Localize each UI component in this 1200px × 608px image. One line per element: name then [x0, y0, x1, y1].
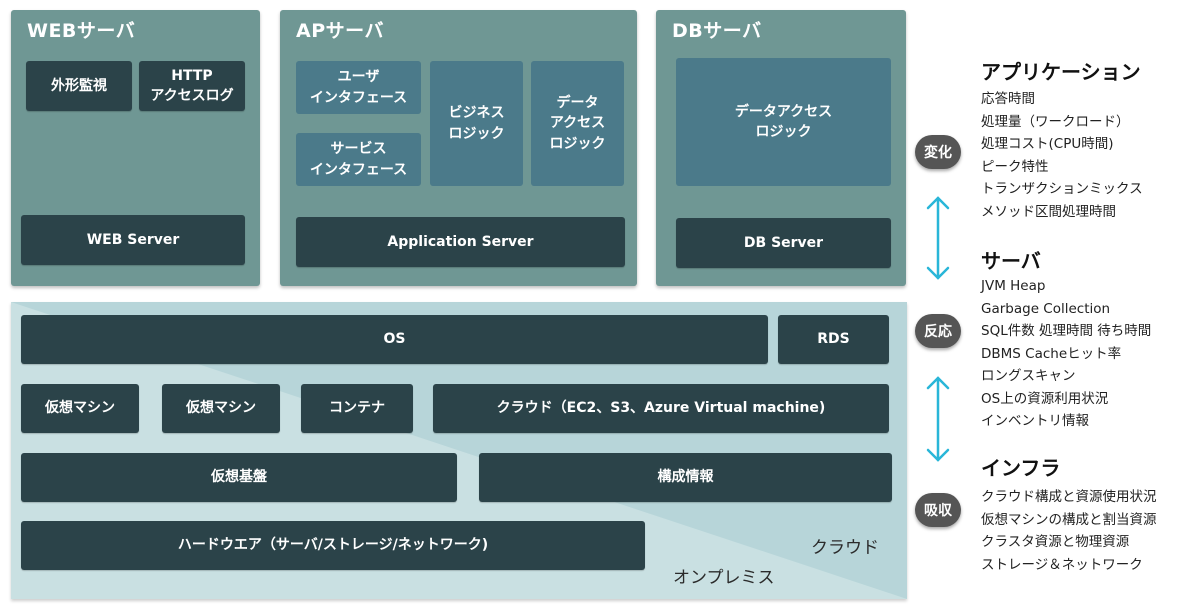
application-category: アプリケーション 応答時間 処理量（ワークロード） 処理コスト(CPU時間) ピ… — [981, 56, 1143, 223]
data-access-logic-block[interactable]: データ アクセス ロジック — [531, 61, 624, 186]
list-item: OS上の資源利用状況 — [981, 390, 1109, 407]
ap-server-panel: APサーバ ユーザ インタフェース サービス インタフェース ビジネス ロジック… — [280, 10, 637, 286]
http-access-log-block[interactable]: HTTP アクセスログ — [139, 61, 245, 111]
hardware-block[interactable]: ハードウエア（サーバ/ストレージ/ネットワーク) — [21, 521, 645, 570]
list-item: メソッド区間処理時間 — [981, 203, 1116, 220]
application-server-block[interactable]: Application Server — [296, 217, 625, 267]
list-item: 仮想マシンの構成と割当資源 — [981, 511, 1157, 528]
virtual-machine-block-2[interactable]: 仮想マシン — [162, 384, 280, 433]
list-item: クラスタ資源と物理資源 — [981, 534, 1130, 550]
web-server-title: WEBサーバ — [27, 20, 136, 42]
ap-server-title: APサーバ — [296, 20, 384, 42]
list-item: ロングスキャン — [981, 368, 1076, 384]
virtual-machine-block-1[interactable]: 仮想マシン — [21, 384, 139, 433]
container-block[interactable]: コンテナ — [301, 384, 413, 433]
external-monitoring-block[interactable]: 外形監視 — [26, 61, 132, 111]
db-server-title: DBサーバ — [672, 20, 762, 42]
double-arrow-icon-lower — [926, 376, 950, 462]
server-category-title: サーバ — [981, 249, 1041, 273]
list-item: ストレージ＆ネットワーク — [981, 556, 1143, 573]
server-category: サーバ JVM Heap Garbage Collection SQL件数 処理… — [981, 245, 1151, 433]
business-logic-block[interactable]: ビジネス ロジック — [430, 61, 523, 186]
infrastructure-panel: OS RDS 仮想マシン 仮想マシン コンテナ クラウド（EC2、S3、Azur… — [11, 302, 907, 599]
list-item: JVM Heap — [981, 278, 1046, 294]
service-interface-block[interactable]: サービス インタフェース — [296, 133, 421, 186]
reaction-badge: 反応 — [915, 314, 961, 348]
infra-category: インフラ クラウド構成と資源使用状況 仮想マシンの構成と割当資源 クラスタ資源と… — [981, 452, 1157, 576]
list-item: Garbage Collection — [981, 300, 1111, 317]
list-item: インベントリ情報 — [981, 413, 1089, 429]
change-badge: 変化 — [915, 135, 961, 169]
list-item: 応答時間 — [981, 91, 1035, 107]
db-data-access-logic-block[interactable]: データアクセス ロジック — [676, 58, 891, 186]
list-item: 処理量（ワークロード） — [981, 113, 1130, 130]
rds-block[interactable]: RDS — [778, 315, 889, 364]
cloud-services-block[interactable]: クラウド（EC2、S3、Azure Virtual machine) — [433, 384, 889, 433]
infra-metrics-list: クラウド構成と資源使用状況 仮想マシンの構成と割当資源 クラスタ資源と物理資源 … — [981, 486, 1157, 576]
user-interface-block[interactable]: ユーザ インタフェース — [296, 61, 421, 114]
application-metrics-list: 応答時間 処理量（ワークロード） 処理コスト(CPU時間) ピーク特性 トランザ… — [981, 88, 1143, 223]
server-metrics-list: JVM Heap Garbage Collection SQL件数 処理時間 待… — [981, 275, 1151, 433]
os-block[interactable]: OS — [21, 315, 768, 364]
absorption-badge: 吸収 — [915, 493, 961, 527]
list-item: クラウド構成と資源使用状況 — [981, 489, 1157, 505]
db-server-block[interactable]: DB Server — [676, 218, 891, 268]
cloud-zone-label: クラウド — [811, 538, 879, 558]
list-item: 処理コスト(CPU時間) — [981, 136, 1114, 152]
infra-category-title: インフラ — [981, 456, 1061, 480]
virtual-infrastructure-block[interactable]: 仮想基盤 — [21, 453, 457, 502]
list-item: SQL件数 処理時間 待ち時間 — [981, 323, 1152, 339]
configuration-info-block[interactable]: 構成情報 — [479, 453, 892, 502]
application-category-title: アプリケーション — [981, 60, 1141, 84]
onprem-zone-label: オンプレミス — [673, 568, 775, 588]
db-server-panel: DBサーバ データアクセス ロジック DB Server — [656, 10, 906, 286]
web-server-panel: WEBサーバ 外形監視 HTTP アクセスログ WEB Server — [11, 10, 260, 286]
list-item: DBMS Cacheヒット率 — [981, 345, 1122, 362]
web-server-block[interactable]: WEB Server — [21, 215, 245, 265]
double-arrow-icon-upper — [926, 196, 950, 280]
list-item: トランザクションミックス — [981, 181, 1143, 197]
list-item: ピーク特性 — [981, 158, 1049, 175]
